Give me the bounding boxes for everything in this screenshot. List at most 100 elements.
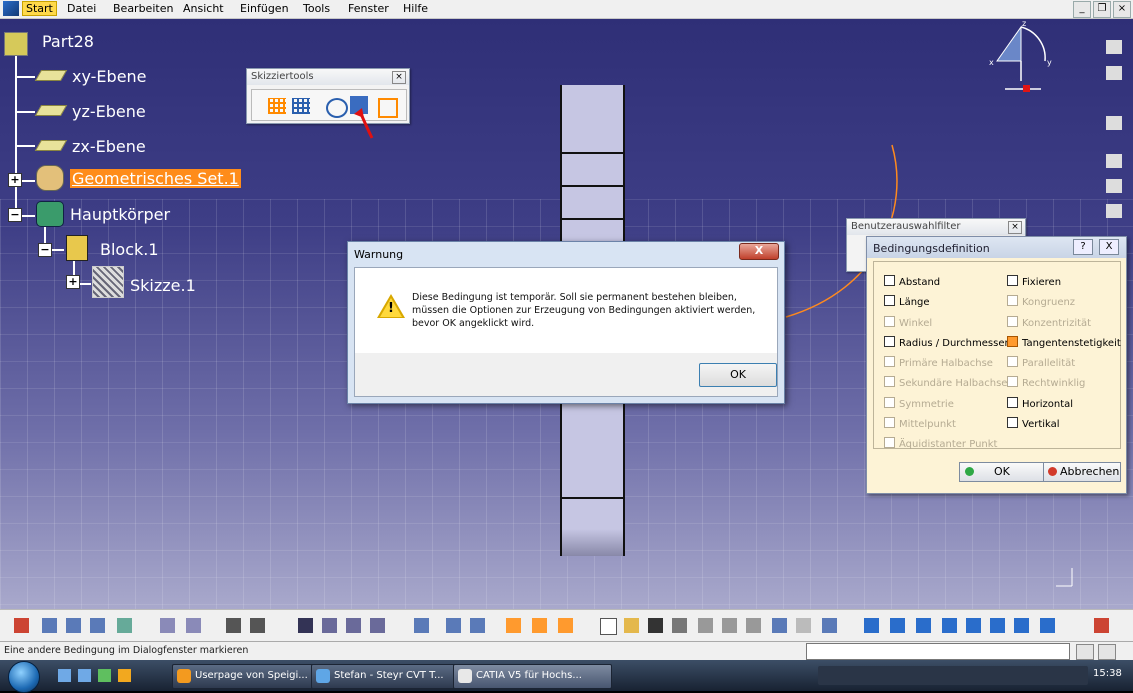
grid-snap-icon[interactable] xyxy=(268,98,286,114)
quicklaunch-icon[interactable] xyxy=(78,669,91,682)
command-input[interactable] xyxy=(806,643,1070,660)
menu-start[interactable]: Start xyxy=(22,1,57,16)
copy-icon[interactable] xyxy=(722,618,737,633)
line-icon[interactable] xyxy=(160,618,175,633)
geometric-constraints-icon[interactable] xyxy=(326,98,348,118)
pan-icon[interactable] xyxy=(916,618,931,633)
tree-item-block[interactable]: Block.1 xyxy=(100,240,159,259)
tree-item-zx-ebene[interactable]: zx-Ebene xyxy=(72,137,146,156)
menu-hilfe[interactable]: Hilfe xyxy=(403,2,428,15)
shading-icon[interactable] xyxy=(1040,618,1055,633)
checkbox-fixieren[interactable]: Fixieren xyxy=(1007,275,1061,288)
mirror-icon[interactable] xyxy=(532,618,547,633)
axis-icon[interactable] xyxy=(186,618,201,633)
bedingungsdefinition-cancel-button[interactable]: Abbrechen xyxy=(1043,462,1121,482)
checkbox-horizontal[interactable]: Horizontal xyxy=(1007,397,1073,410)
close-icon[interactable]: × xyxy=(1008,221,1022,234)
checkbox-rechtwinklig[interactable]: Rechtwinklig xyxy=(1007,376,1085,389)
expand-plus-icon[interactable]: + xyxy=(8,173,22,187)
checkbox-konzentrizitaet[interactable]: Konzentrizität xyxy=(1007,316,1091,329)
print-icon[interactable] xyxy=(672,618,687,633)
restore-icon[interactable]: ❐ xyxy=(1093,1,1111,18)
tree-item-skizze[interactable]: Skizze.1 xyxy=(130,276,196,295)
trim-icon[interactable] xyxy=(506,618,521,633)
menu-einfuegen[interactable]: Einfügen xyxy=(240,2,289,15)
new-file-icon[interactable] xyxy=(600,618,617,635)
taskbar-item-catia[interactable]: CATIA V5 für Hochs... xyxy=(453,664,612,689)
select-icon[interactable] xyxy=(414,618,429,633)
rotate-icon[interactable] xyxy=(942,618,957,633)
checkbox-tangentenstetigkeit[interactable]: Tangentenstetigkeit xyxy=(1007,336,1121,349)
automatic-constraint-icon[interactable] xyxy=(378,98,398,118)
undo-icon[interactable] xyxy=(772,618,787,633)
checkbox-mittelpunkt[interactable]: Mittelpunkt xyxy=(884,417,956,430)
checkbox-kongruenz[interactable]: Kongruenz xyxy=(1007,295,1075,308)
compass-widget[interactable]: z x y xyxy=(985,19,1055,97)
menu-tools[interactable]: Tools xyxy=(303,2,330,15)
bedingungsdefinition-ok-button[interactable]: OK xyxy=(959,462,1045,482)
circle-icon[interactable] xyxy=(90,618,105,633)
close-icon[interactable]: × xyxy=(1113,1,1131,18)
checkbox-radius-durchmesser[interactable]: Radius / Durchmesser xyxy=(884,336,1009,349)
tree-item-yz-ebene[interactable]: yz-Ebene xyxy=(72,102,146,121)
collapse-minus-icon[interactable]: − xyxy=(8,208,22,222)
fit-all-icon[interactable] xyxy=(890,618,905,633)
checkbox-vertikal[interactable]: Vertikal xyxy=(1007,417,1060,430)
expand-plus-icon[interactable]: + xyxy=(66,275,80,289)
close-icon[interactable]: × xyxy=(392,71,406,84)
taskbar-item-userpage[interactable]: Userpage von Speigi... xyxy=(172,664,324,689)
checkbox-primaere-halbachse[interactable]: Primäre Halbachse xyxy=(884,356,993,369)
normal-view-icon[interactable] xyxy=(1014,618,1029,633)
checkbox-laenge[interactable]: Länge xyxy=(884,295,930,308)
zoom-out-icon[interactable] xyxy=(990,618,1005,633)
checkbox-winkel[interactable]: Winkel xyxy=(884,316,932,329)
cut-icon[interactable] xyxy=(698,618,713,633)
catia-app-icon[interactable] xyxy=(3,1,19,16)
tree-item-hauptkoerper[interactable]: Hauptkörper xyxy=(70,205,170,224)
table-icon[interactable] xyxy=(298,618,313,633)
checkbox-abstand[interactable]: Abstand xyxy=(884,275,940,288)
status-button-icon[interactable] xyxy=(1098,644,1116,660)
taskbar-item-stefan[interactable]: Stefan - Steyr CVT T... xyxy=(311,664,465,689)
menu-fenster[interactable]: Fenster xyxy=(348,2,389,15)
save-icon[interactable] xyxy=(648,618,663,633)
rectangle-icon[interactable] xyxy=(66,618,81,633)
checkbox-aequidistanter-punkt[interactable]: Äquidistanter Punkt xyxy=(884,437,997,450)
quicklaunch-icon[interactable] xyxy=(118,669,131,682)
layer-icon[interactable] xyxy=(446,618,461,633)
minimize-icon[interactable]: _ xyxy=(1073,1,1091,18)
exit-sketch-icon[interactable] xyxy=(14,618,29,633)
help-icon[interactable]: ? xyxy=(1073,239,1093,255)
clip-icon[interactable] xyxy=(1106,204,1122,218)
warning-ok-button[interactable]: OK xyxy=(699,363,777,387)
formula-icon[interactable] xyxy=(226,618,241,633)
fly-mode-icon[interactable] xyxy=(864,618,879,633)
view-mode-icon[interactable] xyxy=(470,618,485,633)
comment-icon[interactable] xyxy=(250,618,265,633)
status-button-icon[interactable] xyxy=(1076,644,1094,660)
frame-tool-icon[interactable] xyxy=(1106,179,1122,193)
warning-close-button[interactable]: X xyxy=(739,243,779,260)
construction-grid-icon[interactable] xyxy=(292,98,310,114)
plane-tool-icon[interactable] xyxy=(1106,40,1122,54)
select-arrow-icon[interactable] xyxy=(1106,116,1122,130)
tree-item-geometrisches-set[interactable]: Geometrisches Set.1 xyxy=(70,169,241,188)
collapse-minus-icon[interactable]: − xyxy=(38,243,52,257)
quicklaunch-icon[interactable] xyxy=(98,669,111,682)
show-desktop-icon[interactable] xyxy=(58,669,71,682)
tree-root-part28[interactable]: Part28 xyxy=(42,32,94,51)
redo-icon[interactable] xyxy=(796,618,811,633)
checkbox-symmetrie[interactable]: Symmetrie xyxy=(884,397,954,410)
open-folder-icon[interactable] xyxy=(624,618,639,633)
knowledge-icon[interactable] xyxy=(322,618,337,633)
menu-ansicht[interactable]: Ansicht xyxy=(183,2,224,15)
measure-icon[interactable] xyxy=(346,618,361,633)
checkbox-parallelitaet[interactable]: Parallelität xyxy=(1007,356,1075,369)
menu-bearbeiten[interactable]: Bearbeiten xyxy=(113,2,173,15)
whats-this-icon[interactable] xyxy=(822,618,837,633)
paste-icon[interactable] xyxy=(746,618,761,633)
close-icon[interactable]: X xyxy=(1099,239,1119,255)
spline-icon[interactable] xyxy=(117,618,132,633)
checkbox-sekundaere-halbachse[interactable]: Sekundäre Halbachse xyxy=(884,376,1007,389)
profile-icon[interactable] xyxy=(42,618,57,633)
